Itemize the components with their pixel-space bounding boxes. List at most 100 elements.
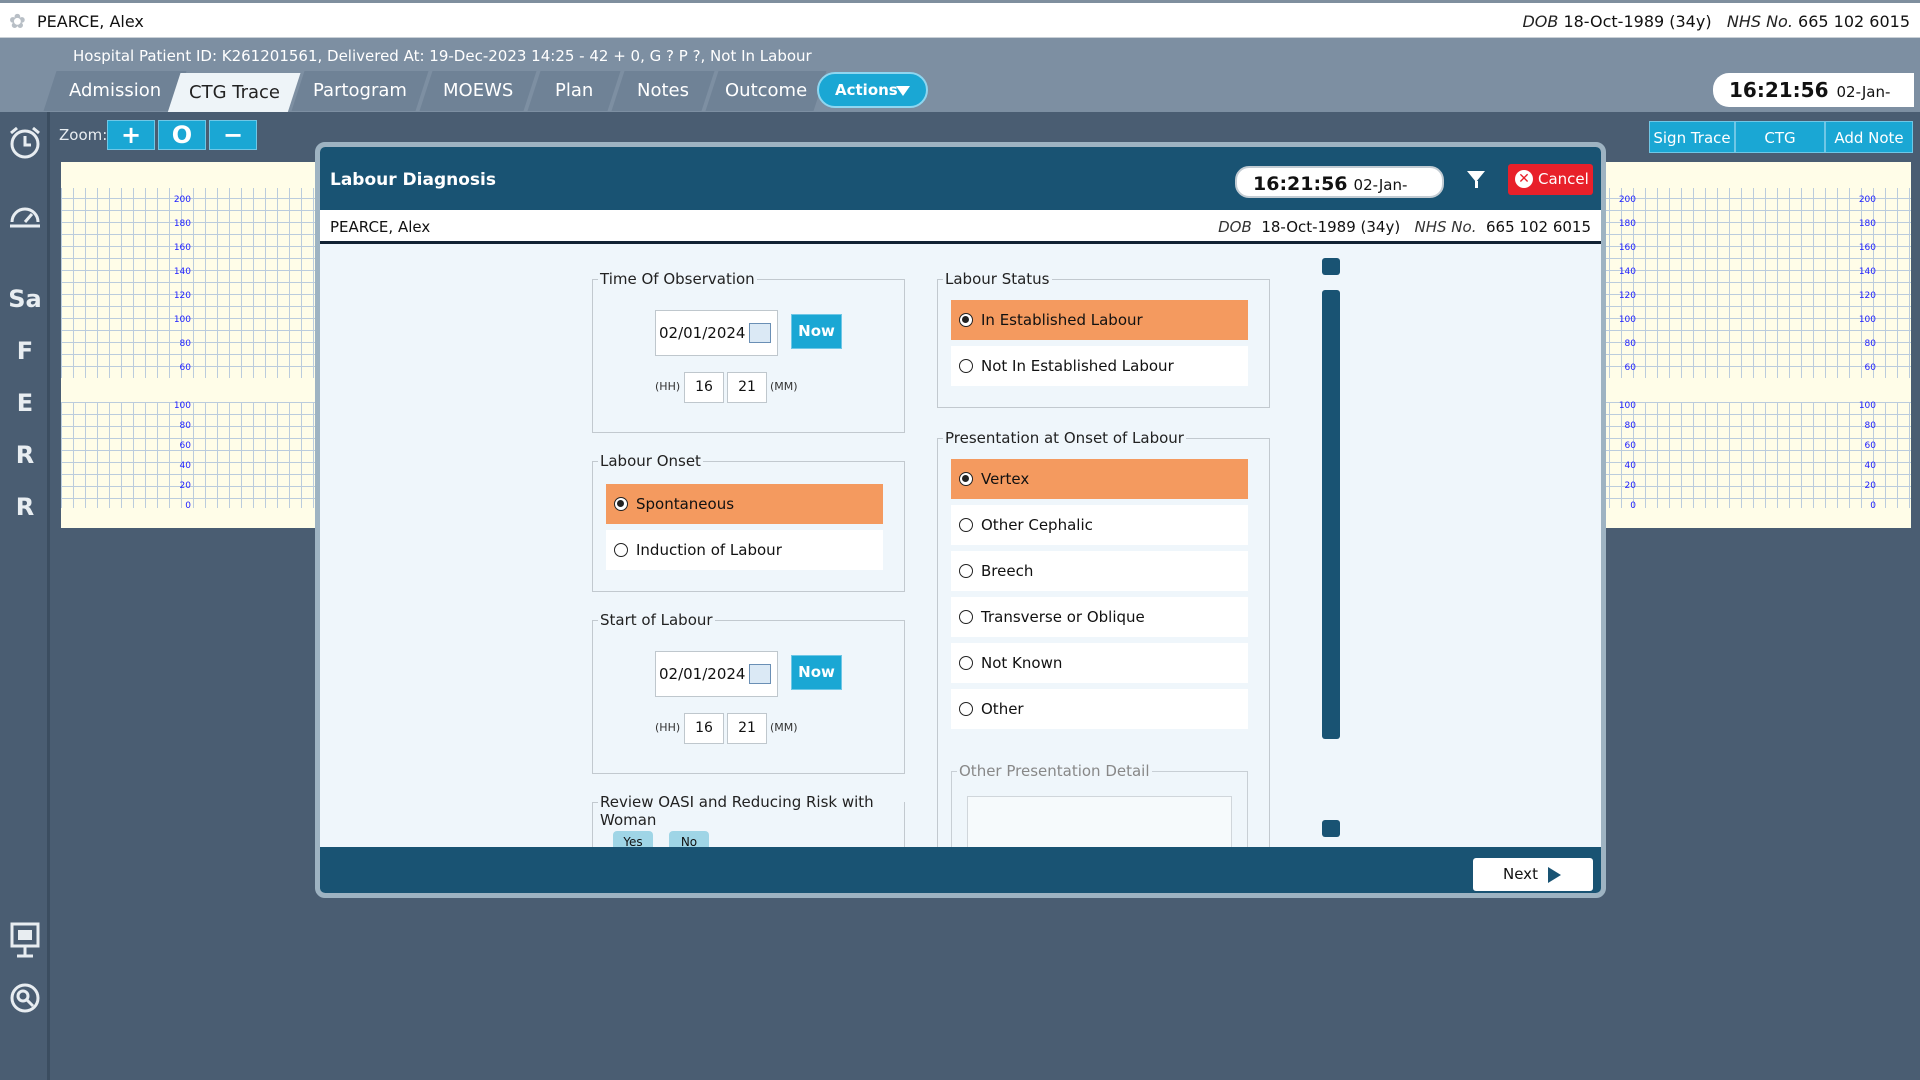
tick-label: 140 <box>173 267 191 277</box>
tick-label: 100 <box>1618 401 1636 411</box>
tick-label: 120 <box>173 291 191 301</box>
zoom-reset-button[interactable]: O <box>158 120 206 150</box>
start-minute-field[interactable]: 21 <box>727 713 767 744</box>
nhs-label: NHS No. <box>1414 218 1477 236</box>
tick-label: 180 <box>173 219 191 229</box>
date-value: 02/01/2024 <box>659 324 746 342</box>
sidebar-item-r2[interactable]: R <box>6 488 44 526</box>
tick-label: 120 <box>1618 291 1636 301</box>
sidebar-item-e[interactable]: E <box>6 384 44 422</box>
tick-label: 100 <box>1618 315 1636 325</box>
tab-partogram[interactable]: Partogram <box>291 71 429 111</box>
presentation-icon[interactable] <box>6 920 44 958</box>
start-date-field[interactable]: 02/01/2024 <box>655 651 778 697</box>
actions-button[interactable]: Actions <box>817 72 928 108</box>
tick-label: 120 <box>1858 291 1876 301</box>
scroll-down-button[interactable] <box>1322 820 1340 837</box>
tick-label: 180 <box>1618 219 1636 229</box>
tab-notes[interactable]: Notes <box>611 71 715 111</box>
sidebar-item-sa[interactable]: Sa <box>6 280 44 318</box>
tick-label: 0 <box>185 501 191 511</box>
radio-icon <box>959 702 973 716</box>
tick-label: 60 <box>1864 441 1876 451</box>
tick-label: 20 <box>1624 481 1636 491</box>
presentation-option-other-cephalic[interactable]: Other Cephalic <box>951 505 1248 545</box>
patient-banner: ✿ PEARCE, Alex DOB 18-Oct-1989 (34y) NHS… <box>0 0 1920 38</box>
next-button[interactable]: Next <box>1473 858 1593 891</box>
status-option-not-established[interactable]: Not In Established Labour <box>951 346 1248 386</box>
tab-label: CTG Trace <box>188 82 280 103</box>
calendar-icon[interactable] <box>749 323 771 343</box>
add-note-button[interactable]: Add Note <box>1825 121 1913 153</box>
close-icon: ✕ <box>1515 170 1533 188</box>
presentation-option-other[interactable]: Other <box>951 689 1248 729</box>
onset-option-spontaneous[interactable]: Spontaneous <box>606 484 883 524</box>
calendar-icon[interactable] <box>749 664 771 684</box>
tick-label: 80 <box>1864 339 1876 349</box>
tick-label: 80 <box>1624 421 1636 431</box>
zoom-out-button[interactable]: − <box>209 120 257 150</box>
scroll-up-button[interactable] <box>1322 258 1340 275</box>
tick-label: 40 <box>1864 461 1876 471</box>
tab-outcome[interactable]: Outcome <box>705 71 827 111</box>
tick-label: 60 <box>1624 363 1636 373</box>
tab-moews[interactable]: MOEWS <box>419 71 537 111</box>
status-option-established[interactable]: In Established Labour <box>951 300 1248 340</box>
observation-now-button[interactable]: Now <box>791 314 842 349</box>
presentation-option-not-known[interactable]: Not Known <box>951 643 1248 683</box>
presentation-option-vertex[interactable]: Vertex <box>951 459 1248 499</box>
presentation-option-breech[interactable]: Breech <box>951 551 1248 591</box>
tick-label: 40 <box>1624 461 1636 471</box>
observation-minute-field[interactable]: 21 <box>727 372 767 403</box>
group-legend: Labour Onset <box>598 452 703 470</box>
observation-hour-field[interactable]: 16 <box>684 372 724 403</box>
sidebar-item-f[interactable]: F <box>6 332 44 370</box>
tick-label: 0 <box>1870 501 1876 511</box>
fhr-axis-left: 200 180 160 140 120 100 80 60 <box>165 188 191 380</box>
tick-label: 80 <box>1864 421 1876 431</box>
dialog-footer: Next <box>320 847 1601 893</box>
tab-admission[interactable]: Admission <box>43 71 187 111</box>
tick-label: 60 <box>179 363 191 373</box>
nhs-value: 665 102 6015 <box>1798 12 1910 31</box>
dob-value: 18-Oct-1989 (34y) <box>1563 12 1712 31</box>
sign-trace-button[interactable]: Sign Trace <box>1649 121 1735 153</box>
gauge-icon[interactable] <box>6 198 44 236</box>
nhs-value: 665 102 6015 <box>1486 218 1591 236</box>
patient-ids: DOB 18-Oct-1989 (34y) NHS No. 665 102 60… <box>1522 12 1910 31</box>
presentation-option-transverse[interactable]: Transverse or Oblique <box>951 597 1248 637</box>
group-legend: Time Of Observation <box>598 270 757 288</box>
tab-ctg-trace[interactable]: CTG Trace <box>167 73 301 113</box>
sidebar-item-r1[interactable]: R <box>6 436 44 474</box>
group-legend: Labour Status <box>943 270 1052 288</box>
cancel-button[interactable]: ✕ Cancel <box>1508 164 1593 195</box>
ctg-review-button[interactable]: CTG Review <box>1735 121 1825 179</box>
alarm-clock-icon[interactable] <box>6 124 44 162</box>
toco-axis-right-2: 100 80 60 40 20 0 <box>1850 396 1876 516</box>
start-now-button[interactable]: Now <box>791 655 842 690</box>
tick-label: 80 <box>179 421 191 431</box>
radio-icon <box>959 472 973 486</box>
search-icon[interactable] <box>6 980 44 1018</box>
dob-label: DOB <box>1218 218 1252 236</box>
tick-label: 100 <box>1858 315 1876 325</box>
observation-date-field[interactable]: 02/01/2024 <box>655 310 778 356</box>
tick-label: 140 <box>1858 267 1876 277</box>
zoom-in-button[interactable]: + <box>107 120 155 150</box>
tick-label: 60 <box>1864 363 1876 373</box>
tick-label: 200 <box>173 195 191 205</box>
start-of-labour-group: Start of Labour 02/01/2024 Now (HH) 16 2… <box>592 611 905 774</box>
group-legend: Start of Labour <box>598 611 715 629</box>
tick-label: 160 <box>1618 243 1636 253</box>
start-hour-field[interactable]: 16 <box>684 713 724 744</box>
tab-plan[interactable]: Plan <box>527 71 621 111</box>
option-label: Other <box>981 700 1024 718</box>
zoom-label: Zoom: <box>59 126 108 144</box>
fhr-axis-right-2: 200 180 160 140 120 100 80 60 <box>1850 188 1876 380</box>
tab-label: Plan <box>554 80 594 101</box>
scrollbar-thumb[interactable] <box>1322 290 1340 739</box>
clock-time: 16:21:56 <box>1253 173 1348 195</box>
tick-label: 140 <box>1618 267 1636 277</box>
onset-option-induction[interactable]: Induction of Labour <box>606 530 883 570</box>
tick-label: 200 <box>1858 195 1876 205</box>
